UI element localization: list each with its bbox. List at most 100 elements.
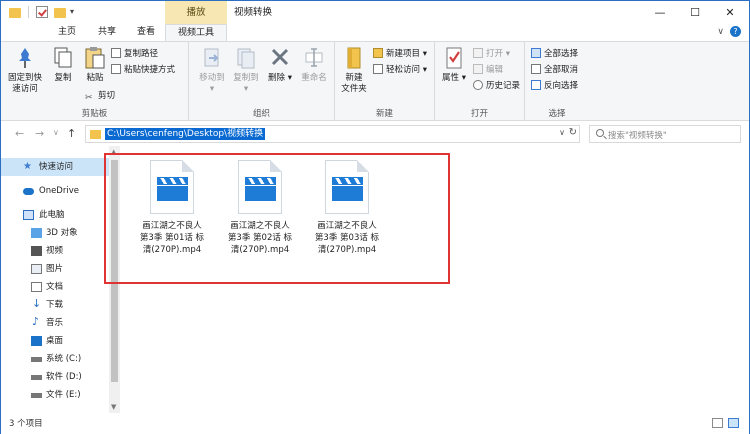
tab-share[interactable]: 共享 [89,24,125,41]
nav-label: 下载 [46,300,64,310]
collapse-ribbon-icon[interactable]: ∨ [717,27,724,37]
select-none-label: 全部取消 [544,65,579,75]
copy-label: 复制 [54,73,72,83]
nav-label: OneDrive [39,186,79,196]
window-title: 视频转换 [234,7,273,18]
clipboard-group-label: 剪贴板 [81,109,108,119]
copy-path-label: 复制路径 [124,49,159,59]
nav-item-downloads[interactable]: ↓ 下载 [1,296,109,314]
delete-button[interactable]: 删除 ▾ [267,46,293,84]
divider [28,6,29,18]
desktop-icon [31,336,42,346]
help-icon[interactable]: ? [730,26,741,37]
pin-quick-access-button[interactable]: 固定到快 速访问 [7,46,43,95]
forward-arrow-icon[interactable]: → [35,127,44,140]
address-path[interactable]: C:\Users\cenfeng\Desktop\视频转换 [105,128,266,140]
nav-item-drive-d[interactable]: 软件 (D:) [1,368,109,386]
context-tab-play[interactable]: 播放 [165,1,227,24]
new-folder-icon[interactable] [54,8,66,18]
file-item[interactable]: 画江湖之不良人 第3季 第02话 标清(270P).mp4 [223,156,297,256]
refresh-icon[interactable]: ↻ [569,127,577,138]
open-button[interactable]: 打开 ▾ [473,48,510,60]
nav-item-documents[interactable]: 文档 [1,278,109,296]
folder-icon[interactable] [9,8,21,18]
nav-item-music[interactable]: ♪ 音乐 [1,314,109,332]
minimize-button[interactable]: — [643,1,677,24]
back-arrow-icon[interactable]: ← [15,127,24,140]
video-file-icon [150,160,194,214]
new-folder-label-1: 新建 [345,73,363,83]
cut-button[interactable]: ✂ 剪切 [85,90,116,103]
drive-icon [31,393,42,398]
easy-access-button[interactable]: 轻松访问 ▾ [373,64,427,76]
copy-to-button[interactable]: 复制到 ▾ [231,46,261,95]
edit-label: 编辑 [486,65,504,75]
properties-check-icon[interactable] [36,6,48,18]
scroll-down-icon[interactable]: ▼ [111,403,116,411]
copy-button[interactable]: 复制 [49,46,77,84]
select-group-label: 选择 [548,109,566,119]
tab-home[interactable]: 主页 [51,24,83,41]
properties-icon [443,46,465,70]
new-item-label: 新建项目 [386,49,421,59]
tab-view[interactable]: 查看 [129,24,163,41]
paste-button[interactable]: 粘贴 [81,46,109,84]
ribbon-controls: ∨? [717,26,741,37]
up-arrow-icon[interactable]: ↑ [67,127,76,140]
nav-item-3d-objects[interactable]: 3D 对象 [1,224,109,242]
nav-label: 文档 [46,282,64,292]
file-item[interactable]: 画江湖之不良人 第3季 第03话 标清(270P).mp4 [310,156,384,256]
select-none-button[interactable]: 全部取消 [531,64,578,76]
properties-button[interactable]: 属性 ▾ [439,46,469,84]
search-placeholder[interactable]: 搜索"视频转换" [608,129,667,141]
close-button[interactable]: ✕ [713,1,747,24]
nav-item-this-pc[interactable]: 此电脑 [1,206,109,224]
customize-toolbar-chevron-icon[interactable]: ▾ [70,7,74,21]
cut-label: 剪切 [98,91,116,101]
nav-item-videos[interactable]: 视频 [1,242,109,260]
copy-to-icon [235,46,257,70]
invert-selection-button[interactable]: 反向选择 [531,80,578,92]
search-box[interactable]: 搜索"视频转换" [589,125,741,143]
music-icon: ♪ [32,315,40,328]
nav-item-drive-c[interactable]: 系统 (C:) [1,350,109,368]
nav-label: 软件 (D:) [46,372,82,382]
group-clipboard: 固定到快 速访问 复制 粘贴 复制路径 粘贴快捷方式 ✂ 剪切 剪贴板 [1,42,189,121]
nav-item-desktop[interactable]: 桌面 [1,332,109,350]
nav-item-pictures[interactable]: 图片 [1,260,109,278]
tab-video-tools[interactable]: 视频工具 [165,24,227,41]
new-folder-button[interactable]: 新建 文件夹 [337,46,371,95]
nav-item-drive-e[interactable]: 文件 (E:) [1,386,109,404]
paste-shortcut-button[interactable]: 粘贴快捷方式 [111,64,175,76]
new-folder-label-2: 文件夹 [341,84,367,94]
address-history-chevron-icon[interactable]: ∨ [559,128,565,137]
select-all-button[interactable]: 全部选择 [531,48,578,60]
status-bar: 3 个项目 [1,413,749,434]
move-to-button[interactable]: 移动到 ▾ [197,46,227,95]
rename-button[interactable]: 重命名 [299,46,329,84]
address-bar[interactable]: C:\Users\cenfeng\Desktop\视频转换 ∨ ↻ [85,125,580,143]
maximize-button[interactable]: ☐ [678,1,712,24]
move-to-label: 移动到 ▾ [199,73,225,94]
star-icon: ★ [23,161,32,172]
nav-label: 3D 对象 [46,228,78,238]
history-button[interactable]: 历史记录 [473,80,520,92]
download-icon: ↓ [32,297,42,310]
address-row: ← → ∨ ↑ C:\Users\cenfeng\Desktop\视频转换 ∨ … [1,122,749,146]
rename-icon [303,46,325,70]
file-item[interactable]: 画江湖之不良人 第3季 第01话 标清(270P).mp4 [135,156,209,256]
copy-path-button[interactable]: 复制路径 [111,48,158,60]
large-icons-view-icon[interactable] [728,418,739,428]
nav-item-quick-access[interactable]: ★ 快速访问 [1,158,109,176]
details-view-icon[interactable] [712,418,723,428]
file-name: 画江湖之不良人 第3季 第03话 标清(270P).mp4 [314,221,380,255]
edit-button[interactable]: 编辑 [473,64,503,76]
recent-chevron-down-icon[interactable]: ∨ [53,128,59,137]
new-group-label: 新建 [375,109,393,119]
new-item-button[interactable]: 新建项目 ▾ [373,48,427,60]
nav-item-onedrive[interactable]: OneDrive [1,182,109,200]
invert-selection-label: 反向选择 [544,81,579,91]
delete-x-icon [269,46,291,70]
edit-icon [473,64,483,74]
open-icon [473,48,483,58]
